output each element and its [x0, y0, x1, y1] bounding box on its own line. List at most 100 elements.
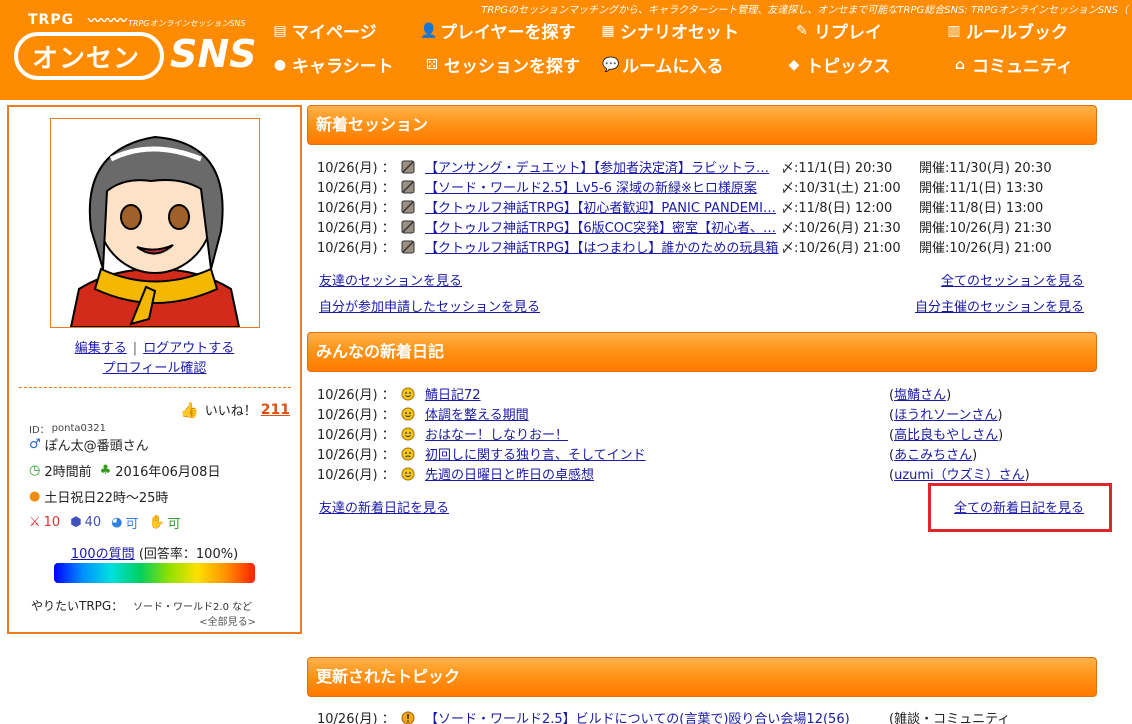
smile-face-icon: [401, 407, 415, 421]
topic-row: 10/26(月) ： 【ソード・ワールド2.5】ビルドについての(言葉で)殴り合…: [317, 710, 1087, 724]
logout-link[interactable]: ログアウトする: [143, 341, 234, 356]
profile-links: 編集する | ログアウトする プロフィール確認: [9, 339, 300, 379]
logo-subtitle: TRPGオンラインセッションSNS: [128, 19, 246, 28]
diary-author: (塩鯖さん): [889, 388, 952, 403]
edit-profile-link[interactable]: 編集する: [75, 341, 127, 356]
avatar-illustration: [51, 119, 259, 327]
nav-charsheet[interactable]: ● キャラシート: [272, 52, 394, 78]
friends-sessions-link[interactable]: 友達のセッションを見る: [319, 270, 462, 289]
site-logo[interactable]: TRPG 〰〰〰 TRPGオンラインセッションSNS オンセン SNS: [10, 6, 257, 92]
diary-title-link[interactable]: おはなー！しなりおー！: [425, 426, 865, 446]
session-row: 10/26(月) ： 【ソード・ワールド2.5】Lv5-6 深域の新緑※ヒロ様原…: [317, 179, 1087, 199]
nav-session-search[interactable]: ⚄ セッションを探す: [424, 52, 580, 78]
diary-title-link[interactable]: 先週の日曜日と昨日の卓感想: [425, 466, 865, 486]
nav-topics[interactable]: ◆ トピックス: [786, 52, 891, 78]
hosted-sessions-link[interactable]: 自分主催のセッションを見る: [915, 296, 1084, 315]
nav-player-search[interactable]: 👤 プレイヤーを探す: [420, 18, 576, 44]
sessions-heading: 新着セッション: [307, 105, 1097, 145]
smile-face-icon: [401, 427, 415, 441]
dice-sword-icon: [401, 240, 415, 254]
session-list: 10/26(月) ： 【アンサング・デュエット】【参加者決定済】ラビットラ… 〆…: [317, 159, 1087, 259]
user-id: ponta0321: [51, 423, 106, 434]
user-name-line: ♂ ぽん太@番頭さん: [29, 435, 149, 454]
session-title-link[interactable]: 【ソード・ワールド2.5】Lv5-6 深域の新緑※ヒロ様原案: [425, 179, 781, 199]
player-search-icon: 👤: [420, 22, 438, 39]
want-game: ソード・ワールド2.0 など: [133, 602, 253, 613]
session-title-link[interactable]: 【クトゥルフ神話TRPG】【はつまわし】誰かのための玩具箱: [425, 239, 781, 259]
profile-sidebar: 編集する | ログアウトする プロフィール確認 👍 いいね！ 211 ID： pon…: [7, 105, 302, 634]
like-count[interactable]: 211: [261, 402, 290, 418]
play-time-line: ● 土日祝日22時～25時: [29, 487, 168, 506]
rulebook-icon: ▥: [947, 22, 961, 39]
session-title-link[interactable]: 【クトゥルフ神話TRPG】【初心者歓迎】PANIC PANDEMI…: [425, 199, 781, 219]
bomb-icon: ●: [29, 489, 41, 504]
last-login: 2時間前: [44, 465, 92, 480]
all-sessions-link[interactable]: 全てのセッションを見る: [941, 270, 1084, 289]
logo-main-text: オンセン: [32, 44, 141, 74]
answer-rate-bar: [54, 563, 255, 583]
nav-mypage[interactable]: ▤ マイページ: [272, 18, 376, 44]
diary-row: 10/26(月) ： 鯖日記72 (塩鯖さん): [317, 386, 1087, 406]
diary-title-link[interactable]: 鯖日記72: [425, 386, 865, 406]
diary-author: (ほうれソーンさん): [889, 408, 1003, 423]
author-link[interactable]: 高比良もやしさん: [894, 428, 998, 443]
dice-icon: ⬢: [70, 515, 82, 530]
room-icon: 💬: [602, 56, 620, 73]
want-trpg-line: やりたいTRPG： ソード・ワールド2.0 など: [31, 597, 252, 614]
author-link[interactable]: uzumi（ウズミ）さん: [894, 468, 1025, 483]
session-row: 10/26(月) ： 【クトゥルフ神話TRPG】【初心者歓迎】PANIC PAN…: [317, 199, 1087, 219]
logo-trpg-text: TRPG: [28, 12, 75, 28]
diary-author: (高比良もやしさん): [889, 428, 1004, 443]
nav-community[interactable]: ⌂ コミュニティ: [952, 52, 1073, 78]
highlight-box: [928, 483, 1112, 532]
topic-alert-icon: [401, 711, 415, 724]
site-tagline: TRPGのセッションマッチングから、キャラクターシート管理、友達探し、オンセまで…: [481, 5, 1128, 16]
session-row: 10/26(月) ： 【アンサング・デュエット】【参加者決定済】ラビットラ… 〆…: [317, 159, 1087, 179]
diary-title-link[interactable]: 初回しに関する独り言、そしてインド: [425, 446, 865, 466]
diary-list: 10/26(月) ： 鯖日記72 (塩鯖さん) 10/26(月) ： 体調を整え…: [317, 386, 1087, 486]
divider: [19, 387, 291, 388]
scenario-icon: ▦: [601, 22, 615, 39]
diary-row: 10/26(月) ： 体調を整える期間 (ほうれソーンさん): [317, 406, 1087, 426]
topic-category: (雑談・コミュニティ: [889, 712, 1011, 724]
session-title-link[interactable]: 【アンサング・デュエット】【参加者決定済】ラビットラ…: [425, 159, 781, 179]
topics-icon: ◆: [788, 56, 800, 73]
questions-line: 100の質問 (回答率：100%): [9, 543, 300, 562]
nav-rulebook[interactable]: ▥ ルールブック: [946, 18, 1068, 44]
link-separator: |: [132, 341, 138, 356]
community-icon: ⌂: [954, 56, 966, 73]
want-label: やりたいTRPG：: [31, 599, 124, 613]
like-summary: 👍 いいね！ 211: [180, 400, 290, 420]
want-all-link[interactable]: <全部見る>: [199, 613, 256, 628]
author-link[interactable]: 塩鯖さん: [894, 388, 946, 403]
dice-sword-icon: [401, 200, 415, 214]
smile-face-icon: [401, 387, 415, 401]
dice-sword-icon: [401, 160, 415, 174]
logo-sns-text: SNS: [170, 32, 257, 76]
author-link[interactable]: あこみちさん: [894, 448, 972, 463]
hand-icon: ✋: [148, 515, 165, 530]
male-icon: ♂: [29, 437, 41, 452]
nav-scenario[interactable]: ▦ シナリオセット: [600, 18, 739, 44]
topic-title-link[interactable]: 【ソード・ワールド2.5】ビルドについての(言葉で)殴り合い会場12(56): [425, 710, 885, 724]
session-title-link[interactable]: 【クトゥルフ神話TRPG】【6版COC突発】密室【初心者、…: [425, 219, 781, 239]
login-line: ◷ 2時間前 ♣ 2016年06月08日: [29, 461, 220, 480]
stat-text: ✋ 可: [148, 515, 181, 532]
nav-replay[interactable]: ✎ リプレイ: [794, 18, 882, 44]
friends-diaries-link[interactable]: 友達の新着日記を見る: [319, 497, 449, 516]
nav-room[interactable]: 💬 ルームに入る: [602, 52, 724, 78]
stats-line: ⚔ 10 ⬢ 40 ◕ 可 ✋ 可: [29, 513, 191, 532]
stat-dice: ⬢ 40: [70, 515, 102, 530]
applied-sessions-link[interactable]: 自分が参加申請したセッションを見る: [319, 296, 540, 315]
site-header: TRPGのセッションマッチングから、キャラクターシート管理、友達探し、オンセまで…: [0, 0, 1132, 100]
questions-link[interactable]: 100の質問: [71, 547, 135, 562]
diary-row: 10/26(月) ： 初回しに関する独り言、そしてインド (あこみちさん): [317, 446, 1087, 466]
avatar[interactable]: [50, 118, 260, 328]
topic-list: 10/26(月) ： 【ソード・ワールド2.5】ビルドについての(言葉で)殴り合…: [317, 710, 1087, 724]
author-link[interactable]: ほうれソーンさん: [894, 408, 997, 423]
joined-date: 2016年06月08日: [115, 465, 221, 480]
diary-title-link[interactable]: 体調を整える期間: [425, 406, 865, 426]
dice-sword-icon: [401, 180, 415, 194]
profile-confirm-link[interactable]: プロフィール確認: [103, 361, 207, 376]
clock-icon: ◷: [29, 463, 41, 478]
